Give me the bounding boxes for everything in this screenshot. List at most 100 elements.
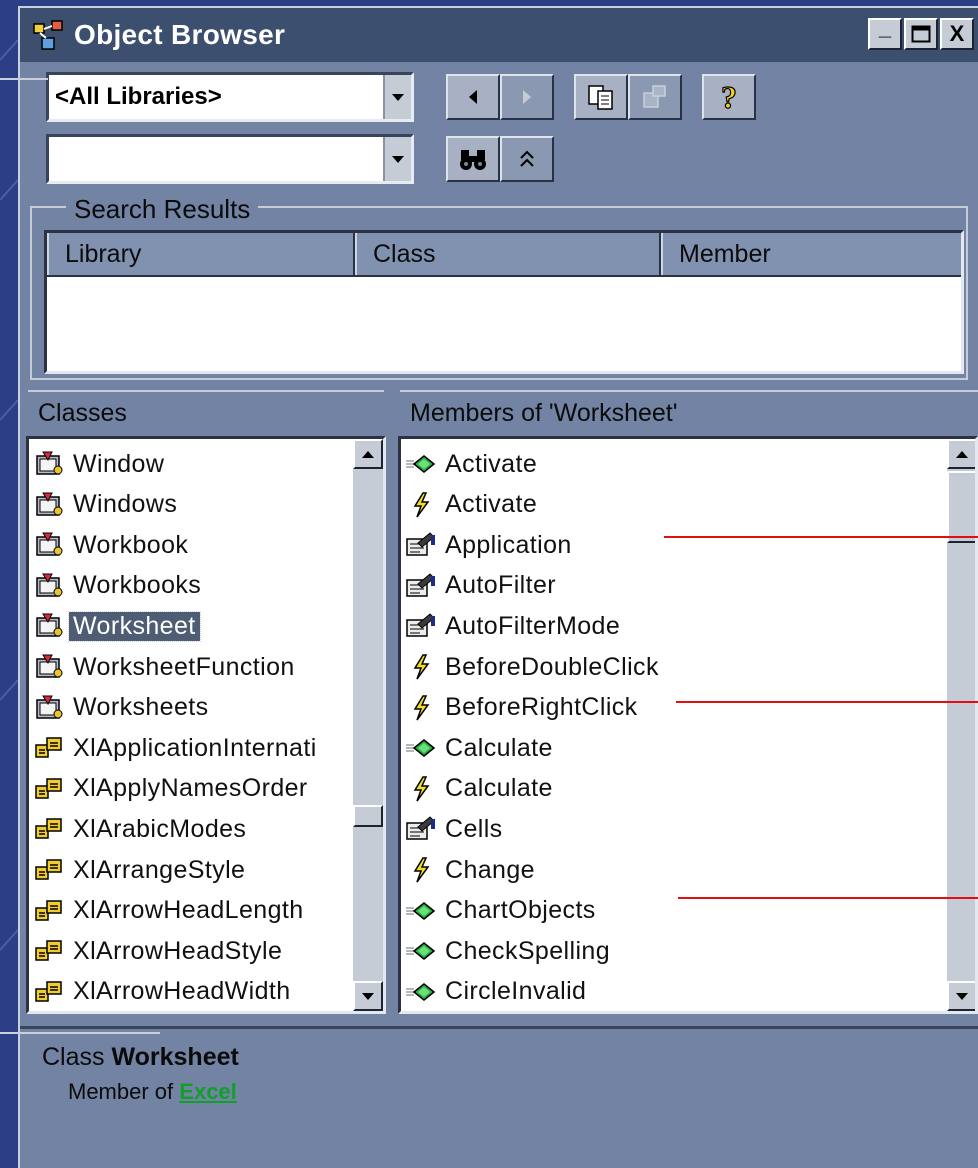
member-item-label: Calculate xyxy=(445,774,553,803)
class-item-row[interactable]: XlApplyNamesOrder xyxy=(29,770,351,808)
members-scrollbar[interactable] xyxy=(947,439,975,1011)
copy-to-clipboard-button[interactable] xyxy=(574,74,628,120)
method-icon xyxy=(401,894,441,928)
class-item-row[interactable]: Windows xyxy=(29,486,351,524)
method-icon xyxy=(401,447,441,481)
members-list[interactable]: Activate Activate Application AutoFilter Aut… xyxy=(398,436,978,1014)
member-item-row[interactable]: BeforeDoubleClick xyxy=(401,648,945,686)
window-title: Object Browser xyxy=(74,19,286,50)
object-browser-icon xyxy=(33,20,63,50)
members-header: Members of 'Worksheet' xyxy=(400,390,978,434)
member-item-label: Application xyxy=(445,530,572,559)
search-results-table[interactable]: Library Class Member xyxy=(44,230,964,374)
member-item-row[interactable]: Activate xyxy=(401,445,945,483)
library-combo-value: <All Libraries> xyxy=(55,83,222,110)
enum-icon xyxy=(29,772,69,806)
class-icon xyxy=(29,650,69,684)
help-button[interactable]: ? xyxy=(702,74,756,120)
member-item-row[interactable]: ChartObjects xyxy=(401,892,945,930)
scroll-up-arrow-icon xyxy=(362,450,374,458)
member-item-label: Cells xyxy=(445,814,503,843)
class-item-label: Worksheets xyxy=(73,693,209,722)
class-item-row[interactable]: XlApplicationInternati xyxy=(29,729,351,767)
class-icon xyxy=(29,609,69,643)
details-class-line: Class Worksheet xyxy=(42,1043,239,1072)
scroll-up-arrow-icon xyxy=(956,450,968,458)
member-item-row[interactable]: CheckSpelling xyxy=(401,932,945,970)
enum-icon xyxy=(29,731,69,765)
class-icon xyxy=(29,691,69,725)
member-item-row[interactable]: AutoFilter xyxy=(401,567,945,605)
minimize-icon: _ xyxy=(878,15,892,40)
event-icon xyxy=(401,691,441,725)
member-item-label: AutoFilterMode xyxy=(445,611,621,640)
library-combo-dropdown-button[interactable] xyxy=(383,75,411,119)
maximize-button[interactable] xyxy=(904,18,938,50)
column-header-member[interactable]: Member xyxy=(661,233,961,275)
library-link[interactable]: Excel xyxy=(179,1079,237,1104)
member-item-row[interactable]: Change xyxy=(401,851,945,889)
search-combo-dropdown-button[interactable] xyxy=(383,137,411,181)
search-button[interactable] xyxy=(446,136,500,182)
member-item-label: BeforeRightClick xyxy=(445,693,638,722)
title-bar[interactable]: Object Browser _ X xyxy=(20,8,978,62)
member-item-row[interactable]: Activate xyxy=(401,486,945,524)
show-hide-results-button[interactable] xyxy=(500,136,554,182)
class-item-label: XlArrowHeadLength xyxy=(73,896,304,925)
member-item-row[interactable]: Calculate xyxy=(401,729,945,767)
right-arrow-icon xyxy=(523,90,531,104)
column-header-class[interactable]: Class xyxy=(355,233,661,275)
class-item-label: XlArabicModes xyxy=(73,814,247,843)
classes-list[interactable]: Window Windows Workbook Workbooks Worksheet W… xyxy=(26,436,386,1014)
class-item-row[interactable]: Window xyxy=(29,445,351,483)
property-icon xyxy=(401,569,441,603)
chevron-down-icon xyxy=(392,156,404,163)
classes-scroll-up-button[interactable] xyxy=(353,439,383,469)
view-definition-button[interactable] xyxy=(628,74,682,120)
members-scroll-up-button[interactable] xyxy=(947,439,975,469)
members-scroll-thumb[interactable] xyxy=(947,471,975,543)
member-item-row[interactable]: CircleInvalid xyxy=(401,973,945,1011)
classes-scrollbar[interactable] xyxy=(353,439,383,1011)
method-icon xyxy=(401,731,441,765)
class-item-row[interactable]: Workbook xyxy=(29,526,351,564)
minimize-button[interactable]: _ xyxy=(868,15,902,50)
go-back-button[interactable] xyxy=(446,74,500,120)
class-item-label: Window xyxy=(73,449,165,478)
class-item-row[interactable]: WorksheetFunction xyxy=(29,648,351,686)
classes-scroll-down-button[interactable] xyxy=(353,981,383,1011)
column-header-library[interactable]: Library xyxy=(47,233,355,275)
library-combo[interactable]: <All Libraries> xyxy=(46,72,414,122)
property-icon xyxy=(401,609,441,643)
member-item-row[interactable]: Cells xyxy=(401,810,945,848)
enum-icon xyxy=(29,975,69,1009)
member-item-row[interactable]: BeforeRightClick xyxy=(401,689,945,727)
class-item-label: Workbooks xyxy=(73,571,202,600)
class-item-row[interactable]: Worksheets xyxy=(29,689,351,727)
close-button[interactable]: X xyxy=(940,18,974,50)
event-icon xyxy=(401,853,441,887)
class-item-row[interactable]: XlArrowHeadStyle xyxy=(29,932,351,970)
class-item-row[interactable]: Worksheet xyxy=(29,607,351,645)
member-item-row[interactable]: Calculate xyxy=(401,770,945,808)
go-forward-button[interactable] xyxy=(500,74,554,120)
class-item-label: XlArrowHeadWidth xyxy=(73,977,291,1006)
member-item-row[interactable]: Application xyxy=(401,526,945,564)
search-combo[interactable] xyxy=(46,134,414,184)
enum-icon xyxy=(29,812,69,846)
close-icon: X xyxy=(949,21,965,46)
member-item-label: Calculate xyxy=(445,733,553,762)
class-item-row[interactable]: Workbooks xyxy=(29,567,351,605)
classes-scroll-thumb[interactable] xyxy=(353,805,383,827)
member-item-label: AutoFilter xyxy=(445,571,556,600)
member-item-row[interactable]: AutoFilterMode xyxy=(401,607,945,645)
class-item-row[interactable]: XlArrangeStyle xyxy=(29,851,351,889)
class-item-row[interactable]: XlArrowHeadLength xyxy=(29,892,351,930)
class-item-label: XlApplyNamesOrder xyxy=(73,774,308,803)
member-item-label: CircleInvalid xyxy=(445,977,587,1006)
member-item-label: Activate xyxy=(445,490,538,519)
class-item-row[interactable]: XlArrowHeadWidth xyxy=(29,973,351,1011)
members-scroll-down-button[interactable] xyxy=(947,981,975,1011)
object-browser-window: Object Browser _ X <All Libraries> ? Sea… xyxy=(18,6,978,1168)
class-item-row[interactable]: XlArabicModes xyxy=(29,810,351,848)
